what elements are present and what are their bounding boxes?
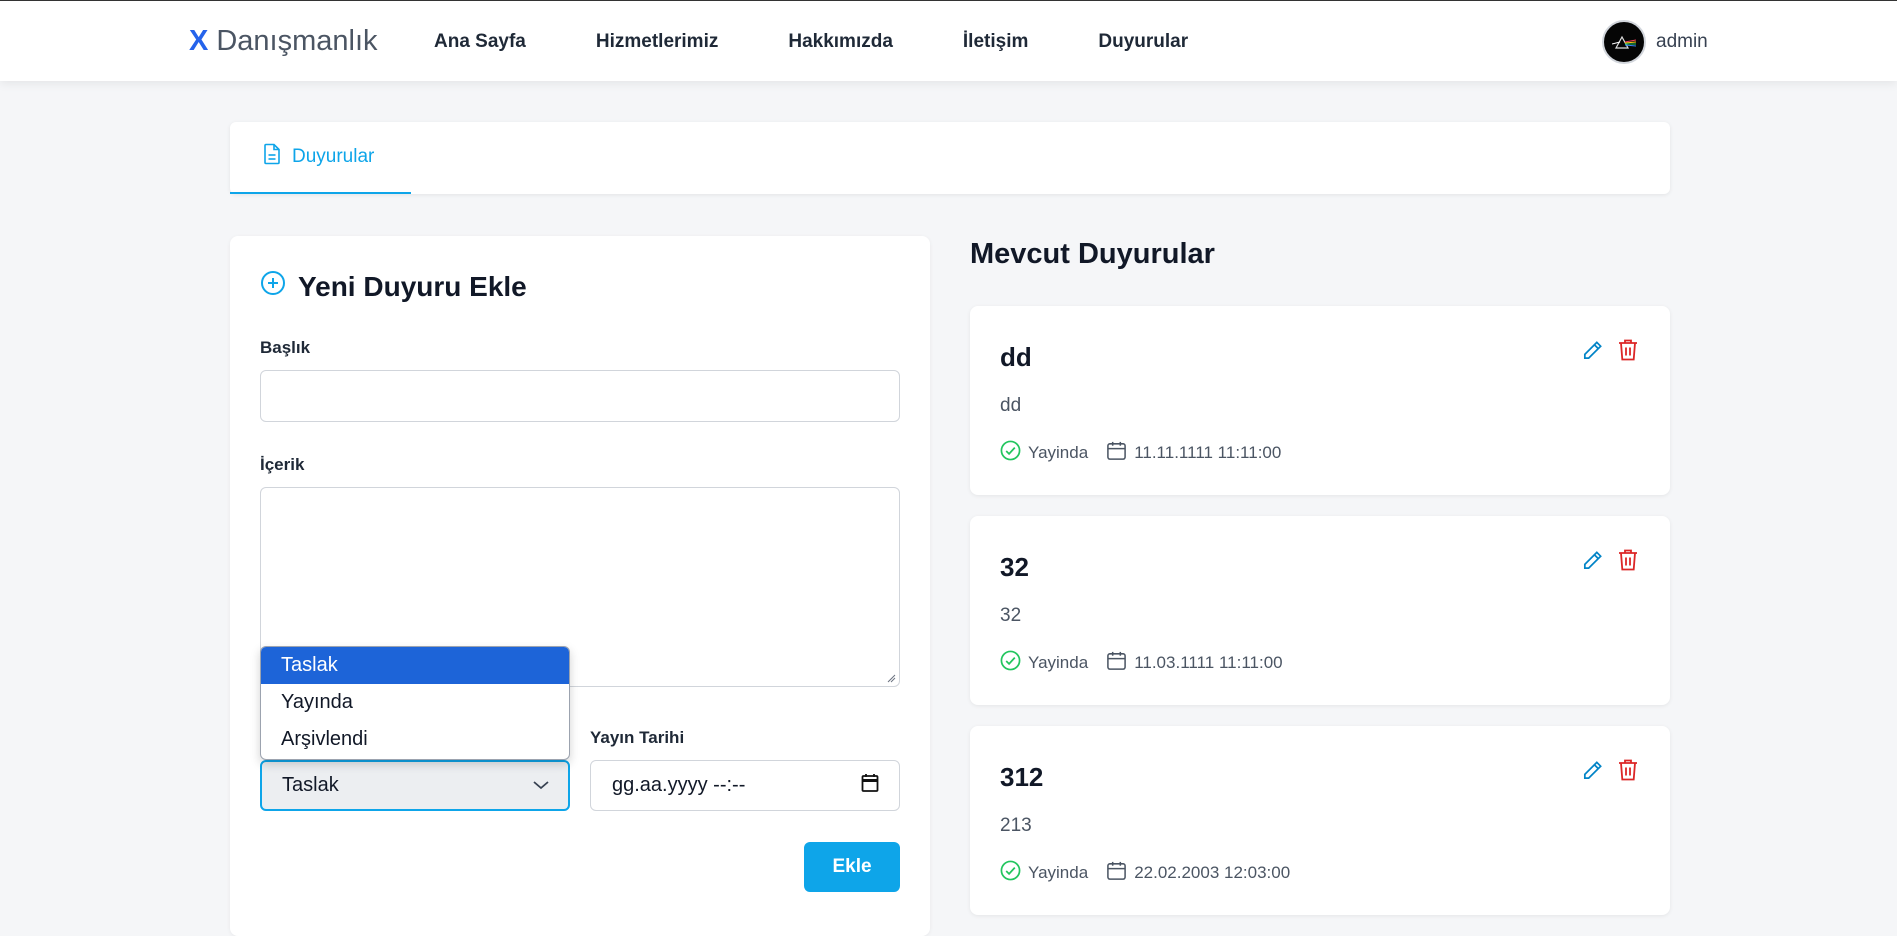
form-title-text: Yeni Duyuru Ekle: [298, 270, 527, 302]
form-title: Yeni Duyuru Ekle: [260, 270, 527, 303]
main-nav: Ana Sayfa Hizmetlerimiz Hakkımızda İleti…: [434, 31, 1258, 53]
announcement-card: dd dd Yayinda 11.11.1111 11:11:00: [970, 306, 1670, 495]
status-dropdown-list: Taslak Yayında Arşivlendi: [260, 646, 570, 760]
tab-announcements[interactable]: Duyurular: [230, 122, 411, 194]
check-circle-icon: [1000, 860, 1021, 886]
top-navbar: X Danışmanlık Ana Sayfa Hizmetlerimiz Ha…: [0, 0, 1897, 81]
card-actions: [1580, 338, 1640, 362]
pencil-icon[interactable]: [1580, 548, 1604, 572]
tab-label: Duyurular: [292, 146, 375, 167]
add-button[interactable]: Ekle: [804, 842, 900, 892]
announcement-title: 32: [1000, 552, 1029, 582]
announcement-title: dd: [1000, 342, 1032, 372]
status-option-archived[interactable]: Arşivlendi: [261, 721, 569, 758]
announcement-title: 312: [1000, 762, 1044, 792]
calendar-icon: [1106, 650, 1127, 676]
announcement-card: 312 213 Yayinda 22.02.2003 12:03:00: [970, 726, 1670, 915]
trash-icon[interactable]: [1616, 548, 1640, 572]
brand-mark: X: [189, 25, 209, 57]
tab-bar: Duyurular: [230, 122, 1670, 194]
trash-icon[interactable]: [1616, 338, 1640, 362]
pencil-icon[interactable]: [1580, 338, 1604, 362]
title-label: Başlık: [260, 338, 311, 357]
status-select[interactable]: Taslak: [260, 760, 570, 811]
calendar-icon: [1106, 440, 1127, 466]
status-text: Yayinda: [1028, 443, 1089, 462]
brand-name: Danışmanlık: [216, 25, 378, 57]
check-circle-icon: [1000, 650, 1021, 676]
publish-date-label: Yayın Tarihi: [590, 728, 685, 747]
calendar-icon[interactable]: [861, 773, 879, 799]
announcement-body: 32: [1000, 605, 1022, 626]
document-icon: [262, 143, 282, 171]
card-actions: [1580, 548, 1640, 572]
calendar-icon: [1106, 860, 1127, 886]
user-name: admin: [1656, 31, 1708, 52]
nav-item-announcements[interactable]: Duyurular: [1098, 31, 1188, 53]
announcement-meta: Yayinda 11.03.1111 11:11:00: [1000, 650, 1301, 676]
brand-logo[interactable]: X Danışmanlık: [189, 25, 378, 61]
announcement-meta: Yayinda 22.02.2003 12:03:00: [1000, 860, 1308, 886]
nav-item-about[interactable]: Hakkımızda: [788, 31, 893, 53]
content-label: İçerik: [260, 455, 305, 474]
publish-date-input[interactable]: gg.aa.yyyy --:--: [590, 760, 900, 811]
chevron-down-icon: [532, 774, 550, 797]
nav-item-contact[interactable]: İletişim: [963, 31, 1028, 53]
announcement-meta: Yayinda 11.11.1111 11:11:00: [1000, 440, 1299, 466]
check-circle-icon: [1000, 440, 1021, 466]
date-text: 22.02.2003 12:03:00: [1134, 863, 1291, 882]
nav-item-services[interactable]: Hizmetlerimiz: [596, 31, 718, 53]
new-announcement-form: Yeni Duyuru Ekle Başlık İçerik Yayın Tar…: [230, 236, 930, 936]
nav-item-home[interactable]: Ana Sayfa: [434, 31, 526, 53]
status-text: Yayinda: [1028, 863, 1089, 882]
title-input[interactable]: [260, 370, 900, 422]
date-text: 11.03.1111 11:11:00: [1134, 653, 1283, 672]
status-text: Yayinda: [1028, 653, 1089, 672]
status-option-draft[interactable]: Taslak: [261, 647, 569, 684]
status-option-published[interactable]: Yayında: [261, 684, 569, 721]
pencil-icon[interactable]: [1580, 758, 1604, 782]
status-select-value: Taslak: [282, 774, 339, 796]
list-title: Mevcut Duyurular: [970, 238, 1215, 270]
plus-circle-icon: [260, 270, 286, 303]
resize-handle-icon[interactable]: [886, 673, 896, 683]
announcement-card: 32 32 Yayinda 11.03.1111 11:11:00: [970, 516, 1670, 705]
announcement-body: dd: [1000, 395, 1022, 416]
trash-icon[interactable]: [1616, 758, 1640, 782]
date-text: 11.11.1111 11:11:00: [1134, 443, 1282, 462]
publish-date-value: gg.aa.yyyy --:--: [612, 774, 746, 796]
card-actions: [1580, 758, 1640, 782]
prism-avatar-image: [1612, 35, 1636, 49]
user-menu[interactable]: admin: [1602, 20, 1708, 64]
avatar: [1602, 20, 1646, 64]
announcement-body: 213: [1000, 815, 1032, 836]
